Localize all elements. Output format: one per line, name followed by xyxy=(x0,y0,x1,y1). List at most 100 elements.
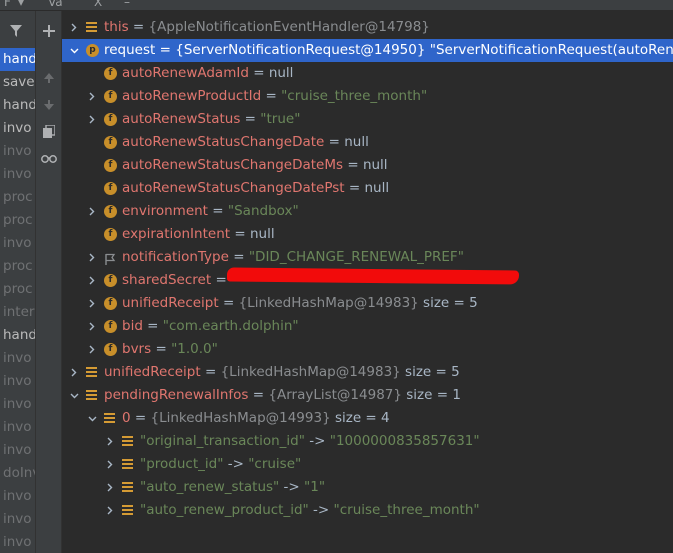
close-tab-button[interactable]: X xyxy=(94,0,102,9)
tree-row[interactable]: f bvrs = "1.0.0" xyxy=(62,338,673,361)
field-icon: f xyxy=(104,320,117,333)
chevron-right-icon[interactable] xyxy=(86,269,98,292)
frame-item[interactable]: invo xyxy=(0,140,35,163)
object-reference: {LinkedHashMap@14993} xyxy=(150,410,331,426)
frame-item[interactable]: invo xyxy=(0,163,35,186)
tree-row[interactable]: f bid = "com.earth.dolphin" xyxy=(62,315,673,338)
frame-item[interactable]: doInv xyxy=(0,462,35,485)
frame-item[interactable]: invo xyxy=(0,485,35,508)
minimize-icon[interactable]: – xyxy=(124,0,130,9)
tree-row[interactable]: f autoRenewStatusChangeDatePst = null xyxy=(62,177,673,200)
string-value: "ServerNotificationRequest(autoRenew xyxy=(425,42,673,58)
variable-name: autoRenewStatus xyxy=(122,111,241,127)
tree-row[interactable]: f autoRenewStatusChangeDate = null xyxy=(62,131,673,154)
tree-row-text: sharedSecret = xyxy=(122,269,227,292)
frame-item[interactable]: proc xyxy=(0,186,35,209)
tree-row[interactable]: "original_transaction_id" -> "1000000835… xyxy=(62,430,673,453)
variable-name: request xyxy=(104,42,156,58)
tree-row[interactable]: p request = {ServerNotificationRequest@14… xyxy=(62,39,673,62)
value-suffix: null xyxy=(344,134,369,150)
frame-item[interactable]: proc xyxy=(0,209,35,232)
copy-icon[interactable] xyxy=(39,121,59,141)
tree-row[interactable]: 0 = {LinkedHashMap@14993} size = 4 xyxy=(62,407,673,430)
chevron-right-icon[interactable] xyxy=(104,499,116,522)
tree-row[interactable]: unifiedReceipt = {LinkedHashMap@14983} s… xyxy=(62,361,673,384)
plus-icon[interactable] xyxy=(39,21,59,41)
frame-item[interactable]: proc xyxy=(0,255,35,278)
tree-row[interactable]: this = {AppleNotificationEventHandler@14… xyxy=(62,16,673,39)
value-suffix: size = 5 xyxy=(400,364,460,380)
tree-row[interactable]: f autoRenewAdamId = null xyxy=(62,62,673,85)
chevron-right-icon[interactable] xyxy=(86,292,98,315)
frame-item[interactable]: inter xyxy=(0,301,35,324)
arrow-down-icon[interactable] xyxy=(39,95,59,115)
frames-tab-label[interactable]: F xyxy=(4,0,11,9)
frame-item[interactable]: invo xyxy=(0,393,35,416)
chevron-right-icon[interactable] xyxy=(104,476,116,499)
field-icon: f xyxy=(104,297,117,310)
chevron-down-icon[interactable] xyxy=(68,384,80,407)
frame-item[interactable]: invo xyxy=(0,508,35,531)
tree-row[interactable]: f autoRenewStatus = "true" xyxy=(62,108,673,131)
tree-row[interactable]: "auto_renew_status" -> "1" xyxy=(62,476,673,499)
chevron-right-icon[interactable] xyxy=(104,453,116,476)
variable-name: environment xyxy=(122,203,208,219)
glasses-icon[interactable] xyxy=(39,149,59,169)
variable-name: expirationIntent xyxy=(122,226,231,242)
mapped-value: "1000000835857631" xyxy=(329,433,480,449)
field-icon: f xyxy=(104,274,117,287)
tree-row-text: this = {AppleNotificationEventHandler@14… xyxy=(104,16,430,39)
tree-row[interactable]: "product_id" -> "cruise" xyxy=(62,453,673,476)
frame-item[interactable]: invo xyxy=(0,531,35,553)
variables-tab-label[interactable]: Va xyxy=(48,0,63,9)
frame-item[interactable]: invo xyxy=(0,370,35,393)
equals-sign: = xyxy=(211,272,227,288)
tree-row-text: pendingRenewalInfos = {ArrayList@14987} … xyxy=(104,384,461,407)
frame-item[interactable]: hand xyxy=(0,324,35,347)
tree-row[interactable]: f unifiedReceipt = {LinkedHashMap@14983} … xyxy=(62,292,673,315)
tree-row[interactable]: "auto_renew_product_id" -> "cruise_three… xyxy=(62,499,673,522)
chevron-right-icon[interactable] xyxy=(68,361,80,384)
frame-item[interactable]: proc xyxy=(0,278,35,301)
chevron-down-icon[interactable] xyxy=(86,407,98,430)
string-value: "auto_renew_status" xyxy=(140,479,280,495)
tree-row[interactable]: f autoRenewStatusChangeDateMs = null xyxy=(62,154,673,177)
frame-item[interactable]: invo xyxy=(0,347,35,370)
value-suffix: null xyxy=(364,180,390,196)
tree-row[interactable]: f expirationIntent = null xyxy=(62,223,673,246)
chevron-down-icon[interactable]: ▾ xyxy=(18,0,24,9)
variables-toolbar xyxy=(36,11,62,553)
equals-sign: = xyxy=(218,295,239,311)
chevron-right-icon[interactable] xyxy=(104,430,116,453)
frame-item[interactable]: invo xyxy=(0,232,35,255)
list-icon xyxy=(122,436,133,447)
arrow-up-icon[interactable] xyxy=(39,68,59,88)
chevron-right-icon[interactable] xyxy=(86,108,98,131)
chevron-right-icon[interactable] xyxy=(86,338,98,361)
frame-item[interactable]: hand xyxy=(0,94,35,117)
tree-row[interactable]: f environment = "Sandbox" xyxy=(62,200,673,223)
field-icon: f xyxy=(104,228,117,241)
frame-item[interactable]: invo xyxy=(0,117,35,140)
frame-item[interactable]: save xyxy=(0,71,35,94)
filter-icon[interactable] xyxy=(0,19,35,41)
tree-row[interactable]: pendingRenewalInfos = {ArrayList@14987} … xyxy=(62,384,673,407)
frame-item[interactable]: hand xyxy=(0,48,35,71)
frame-item[interactable]: invo xyxy=(0,439,35,462)
chevron-right-icon[interactable] xyxy=(86,246,98,269)
chevron-right-icon[interactable] xyxy=(86,315,98,338)
tree-row[interactable]: notificationType = "DID_CHANGE_RENEWAL_P… xyxy=(62,246,673,269)
tree-row-text: "product_id" -> "cruise" xyxy=(140,453,301,476)
equals-sign: = xyxy=(248,387,269,403)
equals-sign: = xyxy=(130,410,151,426)
string-value: "cruise_three_month" xyxy=(281,88,428,104)
chevron-right-icon[interactable] xyxy=(68,16,80,39)
value-suffix: -> xyxy=(223,456,249,472)
chevron-down-icon[interactable] xyxy=(68,39,80,62)
chevron-right-icon[interactable] xyxy=(86,85,98,108)
frame-item[interactable]: invo xyxy=(0,416,35,439)
value-suffix: size = 4 xyxy=(330,410,390,426)
tree-row[interactable]: f autoRenewProductId = "cruise_three_mont… xyxy=(62,85,673,108)
chevron-right-icon[interactable] xyxy=(86,200,98,223)
value-suffix: null xyxy=(268,65,294,81)
